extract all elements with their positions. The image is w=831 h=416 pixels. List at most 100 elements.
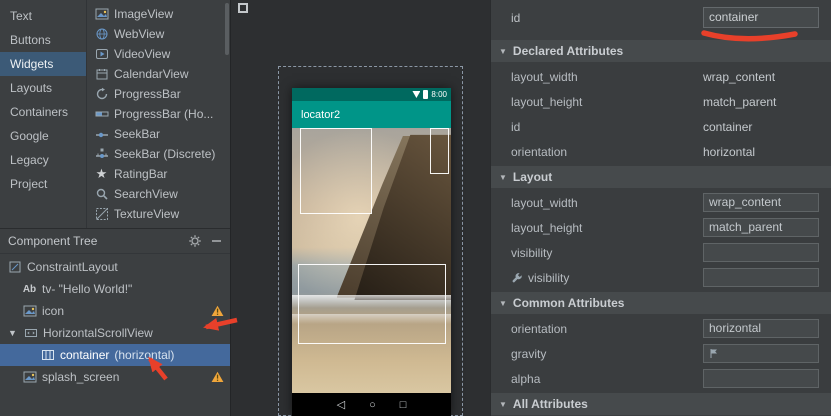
component-tree-title: Component Tree [8,234,179,248]
palette-category-legacy[interactable]: Legacy [0,148,86,172]
progressbar-icon [94,87,109,101]
design-surface[interactable]: 8:00 locator2 ◁ ○ □ [230,0,490,416]
id-value-field[interactable]: container [703,7,819,28]
palette-category-google[interactable]: Google [0,124,86,148]
palette-category-project[interactable]: Project [0,172,86,196]
attribute-row: visibility [491,265,831,290]
section-declared-attributes[interactable]: ▼ Declared Attributes [491,40,831,62]
palette-widget-ratingbar[interactable]: ★ RatingBar [87,164,230,184]
attribute-row: visibility [491,240,831,265]
tree-item-label: splash_screen [42,370,119,384]
orientation-select[interactable]: horizontal [703,319,819,338]
section-common-attributes[interactable]: ▼ Common Attributes [491,292,831,314]
ratingbar-icon: ★ [94,167,109,181]
attribute-value[interactable]: container [703,120,752,134]
palette-category-list: Text Buttons Widgets Layouts Containers … [0,0,86,228]
warning-icon [211,305,224,317]
section-title: All Attributes [513,397,588,411]
tree-item-textview[interactable]: Ab tv- "Hello World!" [0,278,230,300]
attribute-row: layout_width wrap_content [491,190,831,215]
palette-category-buttons[interactable]: Buttons [0,28,86,52]
section-title: Layout [513,170,552,184]
attribute-label: layout_width [511,196,578,210]
attribute-row: gravity [491,341,831,366]
tree-item-label: ConstraintLayout [27,260,118,274]
palette-category-containers[interactable]: Containers [0,100,86,124]
chevron-down-icon: ▼ [499,400,507,409]
component-tree-panel: Component Tree ConstraintLayout Ab tv- "… [0,228,230,416]
layout-height-select[interactable]: match_parent [703,218,819,237]
device-nav-bar: ◁ ○ □ [292,393,451,416]
attribute-value[interactable]: match_parent [703,95,776,109]
palette-widget-textureview[interactable]: TextureView [87,204,230,224]
tree-item-constraintlayout[interactable]: ConstraintLayout [0,256,230,278]
widget-label: ImageView [114,7,173,21]
tree-item-splash-screen[interactable]: splash_screen [0,366,230,388]
palette-widget-videoview[interactable]: VideoView [87,44,230,64]
attribute-label: orientation [511,145,567,159]
alpha-field[interactable] [703,369,819,388]
palette-widget-seekbar-discrete[interactable]: SeekBar (Discrete) [87,144,230,164]
constraintlayout-icon [7,260,22,274]
layout-width-select[interactable]: wrap_content [703,193,819,212]
tree-item-label: icon [42,304,64,318]
imageview-icon [22,370,37,384]
attribute-value[interactable]: wrap_content [703,70,775,84]
widget-label: WebView [114,27,164,41]
widget-label: ProgressBar [114,87,181,101]
horizontalscrollview-icon [23,326,38,340]
palette-widget-searchview[interactable]: SearchView [87,184,230,204]
wifi-icon [412,91,420,98]
tree-item-icon[interactable]: icon [0,300,230,322]
common-attribute-rows: orientation horizontal gravity alpha [491,314,831,393]
palette-widget-list: ImageView WebView VideoView CalendarView… [86,0,230,228]
attribute-label: gravity [511,347,546,361]
surface-mode-icon[interactable] [238,3,248,13]
widget-label: SearchView [114,187,178,201]
attribute-label: visibility [511,246,552,260]
warning-icon [211,371,224,383]
minimize-icon[interactable] [211,236,222,246]
textview-icon: Ab [22,282,37,296]
widget-list-scrollbar[interactable] [225,3,229,55]
tree-item-container[interactable]: container(horizontal) [0,344,230,366]
visibility-select[interactable] [703,243,819,262]
widget-label: SeekBar [114,127,160,141]
attribute-row: layout_height match_parent [491,89,831,114]
palette-category-layouts[interactable]: Layouts [0,76,86,100]
searchview-icon [94,187,109,201]
tools-visibility-select[interactable] [703,268,819,287]
component-bounds-overlay [298,264,446,344]
section-all-attributes[interactable]: ▼ All Attributes [491,393,831,415]
palette-widget-progressbar-horizontal[interactable]: ProgressBar (Ho... [87,104,230,124]
widget-label: ProgressBar (Ho... [114,107,213,121]
palette-widget-calendarview[interactable]: CalendarView [87,64,230,84]
palette-widget-progressbar[interactable]: ProgressBar [87,84,230,104]
section-layout[interactable]: ▼ Layout [491,166,831,188]
section-title: Common Attributes [513,296,625,310]
layout-attribute-rows: layout_width wrap_content layout_height … [491,188,831,292]
chevron-down-icon: ▼ [499,173,507,182]
flag-icon [709,348,719,359]
device-preview[interactable]: 8:00 locator2 ◁ ○ □ [292,88,451,416]
tree-item-horizontalscrollview[interactable]: ▼ HorizontalScrollView [0,322,230,344]
palette-widget-imageview[interactable]: ImageView [87,4,230,24]
palette-widget-seekbar[interactable]: SeekBar [87,124,230,144]
attribute-row: layout_height match_parent [491,215,831,240]
chevron-down-icon: ▼ [499,299,507,308]
palette-category-text[interactable]: Text [0,4,86,28]
attribute-row: orientation horizontal [491,139,831,164]
chevron-down-icon[interactable]: ▼ [7,328,18,338]
palette-category-widgets[interactable]: Widgets [0,52,86,76]
attribute-value[interactable]: horizontal [703,145,755,159]
tree-item-label: container [60,348,109,362]
gear-icon[interactable] [188,234,202,248]
gravity-field[interactable] [703,344,819,363]
linearlayout-horizontal-icon [40,348,55,362]
component-bounds-overlay [300,128,372,214]
declared-attribute-rows: layout_width wrap_content layout_height … [491,62,831,166]
palette-widget-webview[interactable]: WebView [87,24,230,44]
attribute-label: layout_height [511,221,582,235]
widget-label: RatingBar [114,167,167,181]
seekbar-discrete-icon [94,147,109,161]
